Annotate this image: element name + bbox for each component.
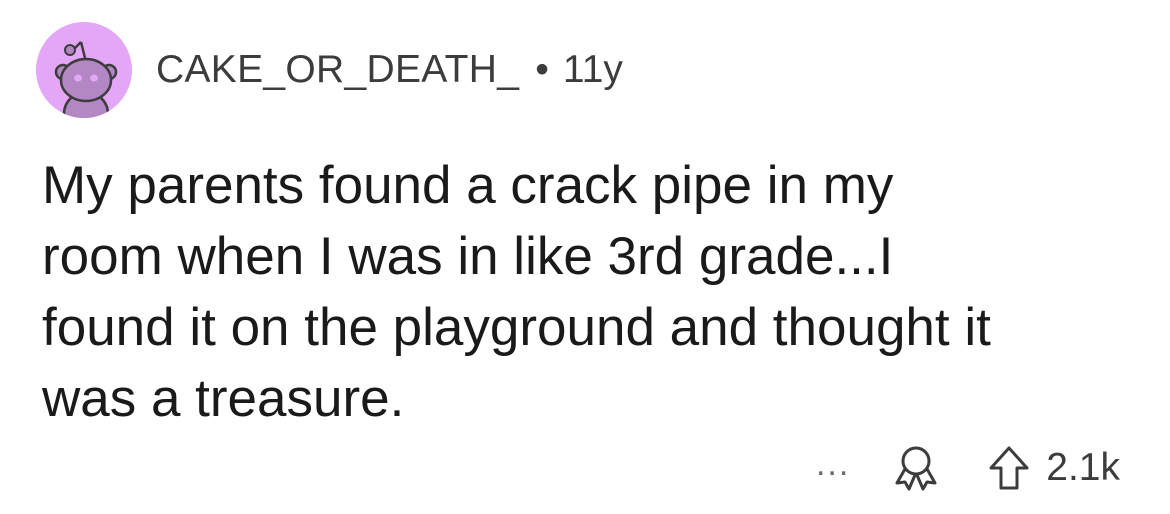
separator-dot: •: [535, 48, 549, 91]
award-icon: [895, 446, 937, 491]
comment-body: My parents found a crack pipe in my room…: [42, 156, 991, 428]
vote-score: 2.1k: [1046, 446, 1120, 489]
comment-age: 11y: [562, 48, 623, 91]
upvote-arrow-icon: [989, 446, 1029, 490]
snoo-avatar-icon: [54, 41, 118, 118]
upvote-button[interactable]: [986, 442, 1032, 494]
comment-actions: ... 2.1k: [816, 440, 1120, 496]
award-button[interactable]: [890, 442, 942, 494]
author-username[interactable]: CAKE_OR_DEATH_: [156, 48, 519, 92]
user-avatar[interactable]: [36, 22, 132, 118]
comment-header: CAKE_OR_DEATH_ • 11y: [36, 22, 623, 118]
more-options-button[interactable]: ...: [816, 447, 850, 489]
